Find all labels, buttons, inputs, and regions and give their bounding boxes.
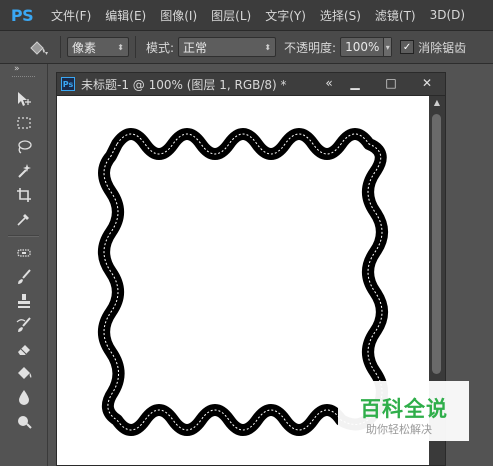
svg-text:▾: ▾: [45, 50, 48, 56]
lasso-tool[interactable]: [0, 135, 47, 159]
mode-label: 模式:: [146, 40, 175, 55]
blend-mode-value: 正常: [183, 40, 208, 55]
paint-bucket-icon: [17, 367, 31, 379]
opacity-value: 100%: [345, 40, 380, 54]
options-divider: [60, 36, 61, 58]
crop-icon: [16, 188, 31, 202]
blur-drop-icon: [18, 390, 29, 405]
options-bar: ▾ 像素 ⬍ 模式: 正常 ⬍ 不透明度: 100% ▾ ✓ 消除锯齿: [0, 31, 493, 64]
document-tab[interactable]: Ps 未标题-1 @ 100% (图层 1, RGB/8) * « ▁ □ ✕: [57, 73, 445, 96]
chevron-down-icon[interactable]: ▾: [383, 38, 392, 56]
history-brush-tool[interactable]: [0, 313, 47, 337]
menu-layer[interactable]: 图层(L): [204, 7, 258, 24]
watermark-title: 百科全说: [360, 397, 448, 421]
menu-file[interactable]: 文件(F): [44, 7, 98, 24]
menu-type[interactable]: 文字(Y): [258, 7, 313, 24]
document-title: 未标题-1 @ 100% (图层 1, RGB/8) *: [81, 77, 287, 92]
eyedropper-icon: [16, 214, 29, 226]
eraser-icon: [17, 345, 30, 355]
quick-selection-tool[interactable]: [0, 159, 47, 183]
dodge-icon: [17, 416, 32, 429]
stepper-icon: ⬍: [264, 42, 272, 52]
stamp-icon: [17, 294, 30, 308]
panel-collapse-icon[interactable]: »: [0, 64, 47, 76]
menu-edit[interactable]: 编辑(E): [98, 7, 153, 24]
fill-source-select[interactable]: 像素 ⬍: [67, 37, 129, 57]
blur-tool[interactable]: [0, 385, 47, 409]
move-tool[interactable]: [0, 87, 47, 111]
ps-document-icon: Ps: [61, 77, 75, 91]
minimize-button[interactable]: ▁: [337, 73, 373, 93]
eraser-tool[interactable]: [0, 337, 47, 361]
paint-bucket-icon: ▾: [30, 41, 48, 56]
marquee-icon: [16, 117, 31, 129]
menu-3d[interactable]: 3D(D): [423, 8, 472, 22]
maximize-button[interactable]: □: [373, 73, 409, 93]
scroll-up-icon[interactable]: ▲: [429, 96, 445, 110]
history-brush-icon: [16, 317, 31, 332]
magic-wand-icon: [17, 164, 31, 178]
brush-tool[interactable]: [0, 265, 47, 289]
lasso-icon: [17, 140, 32, 154]
antialias-checkbox[interactable]: ✓: [400, 40, 415, 54]
watermark-subtitle: 助你轻松解决: [366, 423, 432, 436]
photoshop-logo: PS: [10, 5, 34, 25]
clone-stamp-tool[interactable]: [0, 289, 47, 313]
watermark-logo: 百科全说 助你轻松解决: [338, 381, 469, 441]
move-icon: [17, 92, 31, 106]
close-button[interactable]: ✕: [409, 73, 445, 93]
fill-source-value: 像素: [72, 40, 97, 55]
tools-panel: »: [0, 64, 48, 466]
paint-bucket-tool[interactable]: [0, 361, 47, 385]
stepper-icon: ⬍: [117, 42, 124, 52]
eyedropper-tool[interactable]: [0, 207, 47, 231]
menu-image[interactable]: 图像(I): [153, 7, 204, 24]
panel-grip[interactable]: [12, 76, 35, 83]
menu-filter[interactable]: 滤镜(T): [368, 7, 423, 24]
crop-tool[interactable]: [0, 183, 47, 207]
brush-icon: [17, 269, 31, 284]
opacity-field[interactable]: 100% ▾: [340, 37, 393, 57]
tools-divider: [8, 235, 39, 237]
scrollbar-thumb[interactable]: [432, 114, 441, 374]
menu-bar: PS 文件(F) 编辑(E) 图像(I) 图层(L) 文字(Y) 选择(S) 滤…: [0, 0, 493, 31]
healing-brush-icon: [16, 249, 31, 257]
marquee-tool[interactable]: [0, 111, 47, 135]
window-controls: « ▁ □ ✕: [321, 73, 445, 95]
menu-select[interactable]: 选择(S): [313, 7, 368, 24]
antialias-label: 消除锯齿: [418, 40, 467, 55]
opacity-label: 不透明度:: [284, 40, 337, 55]
options-divider: [135, 36, 136, 58]
healing-brush-tool[interactable]: [0, 241, 47, 265]
blend-mode-select[interactable]: 正常 ⬍: [178, 37, 277, 57]
collapse-button[interactable]: «: [321, 73, 337, 93]
dodge-tool[interactable]: [0, 409, 47, 433]
tool-preset-picker[interactable]: ▾: [22, 35, 54, 59]
